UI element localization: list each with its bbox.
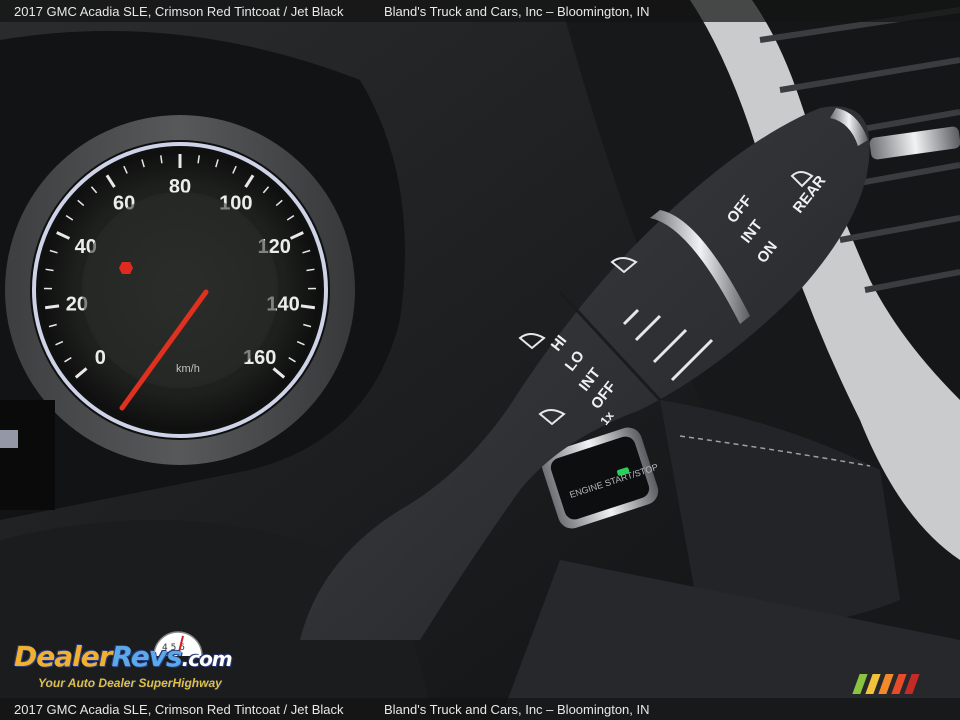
vehicle-caption-bottom: 2017 GMC Acadia SLE, Crimson Red Tintcoa… [14, 701, 344, 717]
speedometer: 020406080100120140160 km/h [5, 115, 355, 465]
dealerrevs-watermark: 4 5 6 DealerRevs.com Your Auto Dealer Su… [12, 626, 272, 696]
brand-stripe [904, 674, 920, 694]
speed-unit: km/h [176, 363, 200, 375]
speedometer-tick [300, 304, 316, 310]
brand-stripes-icon [852, 674, 932, 694]
caption-top: 2017 GMC Acadia SLE, Crimson Red Tintcoa… [0, 0, 960, 22]
interior-photo: 020406080100120140160 km/h ENGINE START/… [0, 0, 960, 720]
dealer-caption-bottom: Bland's Truck and Cars, Inc – Bloomingto… [384, 701, 650, 717]
watermark-logo: DealerRevs.com [14, 640, 233, 673]
caption-bottom: 2017 GMC Acadia SLE, Crimson Red Tintcoa… [0, 698, 960, 720]
speedometer-tick [44, 304, 60, 310]
info-display [0, 400, 55, 510]
watermark-tagline: Your Auto Dealer SuperHighway [38, 676, 222, 690]
photo-frame: 0 20 40 60 80 100 120 140 160 km/h ENGINE START/… [0, 0, 960, 720]
vehicle-caption: 2017 GMC Acadia SLE, Crimson Red Tintcoa… [14, 3, 344, 19]
dealer-caption: Bland's Truck and Cars, Inc – Bloomingto… [384, 3, 650, 19]
